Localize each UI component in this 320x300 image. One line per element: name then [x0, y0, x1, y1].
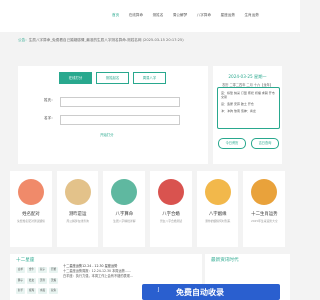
tab-naming[interactable]: 测姓起名	[96, 72, 129, 84]
main-nav: 首页 在线算命 测姓名 周公解梦 八字算命 星座运势 生肖运势	[112, 13, 268, 18]
name-test-card: 在线打分 测姓起名 周易八字 姓氏： 名字： 开始打分	[18, 66, 208, 164]
tile-title: 八字算命	[115, 212, 134, 217]
tile-desc: 测你的姻缘何时到来	[205, 219, 231, 223]
name-label: 名字：	[44, 116, 55, 120]
almanac-box: 宜：嫁娶 纳采 订盟 祭祀 祈福 求嗣 开市 交易 忌：造屋 安葬 破土 开仓 …	[217, 87, 280, 129]
start-score-button[interactable]: 开始打分	[100, 132, 114, 137]
section-title: 最新资讯时代	[211, 258, 239, 263]
fate-icon	[204, 179, 231, 205]
tile-desc: 2025年生肖运势大全	[251, 219, 278, 223]
badge-icon: J	[158, 287, 160, 293]
tile-desc: 周公解梦在线查询	[66, 219, 89, 223]
tile-dream[interactable]: 测昨是运 周公解梦在线查询	[56, 171, 99, 247]
nav-item[interactable]: 生肖运势	[244, 13, 258, 18]
almanac-button[interactable]: 今日黄历	[218, 138, 246, 149]
nav-item[interactable]: 八字算命	[197, 13, 211, 18]
surname-input[interactable]	[60, 97, 180, 107]
notice-label: 公告：	[18, 38, 29, 42]
header: 首页 在线算命 测姓名 周公解梦 八字算命 星座运势 生肖运势	[0, 0, 300, 32]
notice-bar: 公告：生辰八字算命_免费看自己婚姻感情_最准的生辰八字测名算命-测姓名网 (20…	[18, 36, 282, 45]
tile-bazi[interactable]: 八字算命 生辰八字精批详解	[103, 171, 146, 247]
zodiac-sign[interactable]: 巨蟹	[49, 267, 58, 273]
fortune-line: 白羊座：执行力强，本周工作上会有不错的表现...	[63, 274, 133, 278]
zodiac-sign[interactable]: 射手	[16, 288, 25, 295]
zodiac-sign[interactable]: 天秤	[38, 277, 47, 284]
auspicious-day-button[interactable]: 吉日查询	[251, 138, 279, 149]
section-title: 十二星座	[16, 258, 35, 263]
marriage-icon	[158, 179, 185, 205]
zodiac-sign[interactable]: 白羊	[16, 267, 25, 273]
zodiac-sign[interactable]: 金牛	[27, 267, 36, 273]
dream-icon	[64, 179, 91, 205]
almanac-yi: 宜：嫁娶 纳采 订盟 祭祀 祈福 求嗣 开市 交易	[221, 91, 275, 99]
tile-title: 测昨是运	[68, 212, 87, 217]
tool-tiles: 姓名配对 免费姓名配对测试姻缘 测昨是运 周公解梦在线查询 八字算命 生辰八字精…	[10, 171, 290, 247]
tile-title: 八字合婚	[162, 212, 180, 217]
watermark-text: 免费自动收录	[176, 288, 224, 297]
site-logo[interactable]	[20, 5, 98, 27]
zodiac-sign[interactable]: 摩羯	[27, 288, 36, 295]
nav-item[interactable]: 星座运势	[221, 13, 235, 18]
tile-desc: 生辰八字精批详解	[113, 219, 136, 223]
zodiac-grid: 白羊 金牛 双子 巨蟹 狮子 处女 天秤 天蝎 射手 摩羯 水瓶 双鱼	[16, 267, 60, 297]
almanac-ji: 忌：造屋 安葬 破土 开仓	[221, 102, 254, 106]
nav-item[interactable]: 周公解梦	[173, 13, 187, 18]
tool-tabs: 在线打分 测姓起名 周易八字	[59, 72, 170, 84]
tile-zodiac-animals[interactable]: 十二生肖运势 2025年生肖运势大全	[243, 171, 286, 247]
calendar-card: 2024-03-25 星期一 农历 二零二四年 二月 十六【龙年】 宜：嫁娶 纳…	[213, 66, 282, 164]
zodiac-sign[interactable]: 处女	[27, 277, 36, 284]
tab-score[interactable]: 在线打分	[59, 72, 92, 84]
zodiac-sign[interactable]: 双鱼	[49, 288, 58, 295]
heart-icon	[18, 179, 44, 205]
tile-title: 姓名配对	[22, 212, 40, 217]
zodiac-sign[interactable]: 天蝎	[49, 277, 58, 284]
tile-marriage[interactable]: 八字合婚 男女八字合婚测试	[150, 171, 192, 247]
calendar-date: 2024-03-25 星期一	[228, 74, 267, 79]
nav-item-home[interactable]: 首页	[112, 13, 119, 18]
zodiac-sign[interactable]: 狮子	[16, 277, 25, 284]
surname-label: 姓氏：	[44, 98, 55, 102]
zodiac-sign[interactable]: 双子	[38, 267, 47, 273]
tile-name-match[interactable]: 姓名配对 免费姓名配对测试姻缘	[10, 171, 52, 247]
zodiac-sign[interactable]: 水瓶	[38, 288, 47, 295]
almanac-chong: 冲：冲狗 煞南 值神：青龙	[221, 109, 256, 113]
fortune-text: 十二星座运势12.24 - 12.30 星座运势 十二星座运势周报：12.24-…	[63, 264, 193, 279]
tile-desc: 男女八字合婚测试	[159, 219, 183, 223]
tile-title: 十二生肖运势	[251, 212, 278, 217]
tile-desc: 免费姓名配对测试姻缘	[17, 219, 45, 223]
name-input[interactable]	[60, 115, 180, 125]
nav-item[interactable]: 测姓名	[153, 13, 164, 18]
tile-title: 八字姻缘	[208, 212, 227, 217]
tile-fate[interactable]: 八字姻缘 测你的姻缘何时到来	[196, 171, 239, 247]
notice-text[interactable]: 生辰八字算命_免费看自己婚姻感情_最准的生辰八字测名算命-测姓名网 (2025-…	[29, 38, 184, 42]
zodiac-icon	[251, 179, 278, 205]
tab-bazi[interactable]: 周易八字	[133, 72, 166, 84]
watermark-banner: J 免费自动收录	[142, 284, 280, 300]
nav-item[interactable]: 在线算命	[129, 13, 143, 18]
bazi-icon	[111, 179, 138, 205]
